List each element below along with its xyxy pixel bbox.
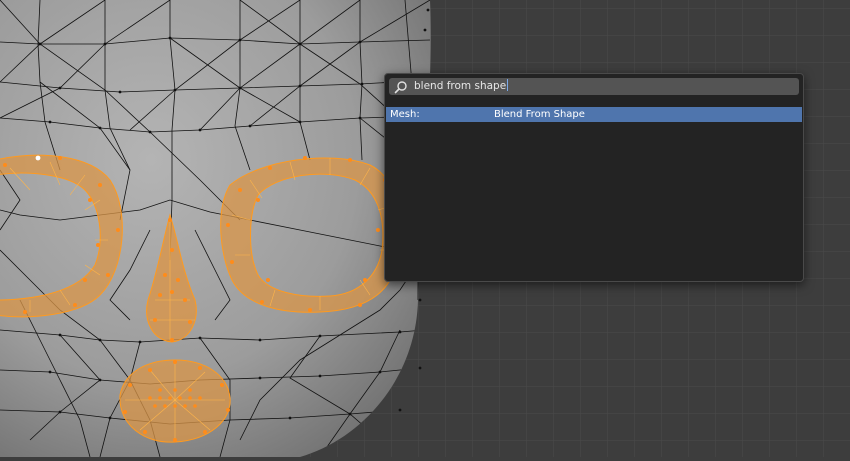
mesh-object[interactable] (0, 0, 431, 457)
search-result-item[interactable]: Mesh: Blend From Shape (386, 107, 802, 122)
result-category-label: Mesh: (390, 109, 420, 120)
search-input[interactable]: blend from shape (389, 78, 799, 95)
text-cursor (507, 79, 509, 91)
search-query-text: blend from shape (414, 79, 509, 92)
active-vertex (35, 155, 41, 161)
search-icon (394, 81, 407, 94)
operator-search-popup: blend from shape Mesh: Blend From Shape (384, 73, 804, 282)
result-operator-label: Blend From Shape (494, 109, 585, 120)
